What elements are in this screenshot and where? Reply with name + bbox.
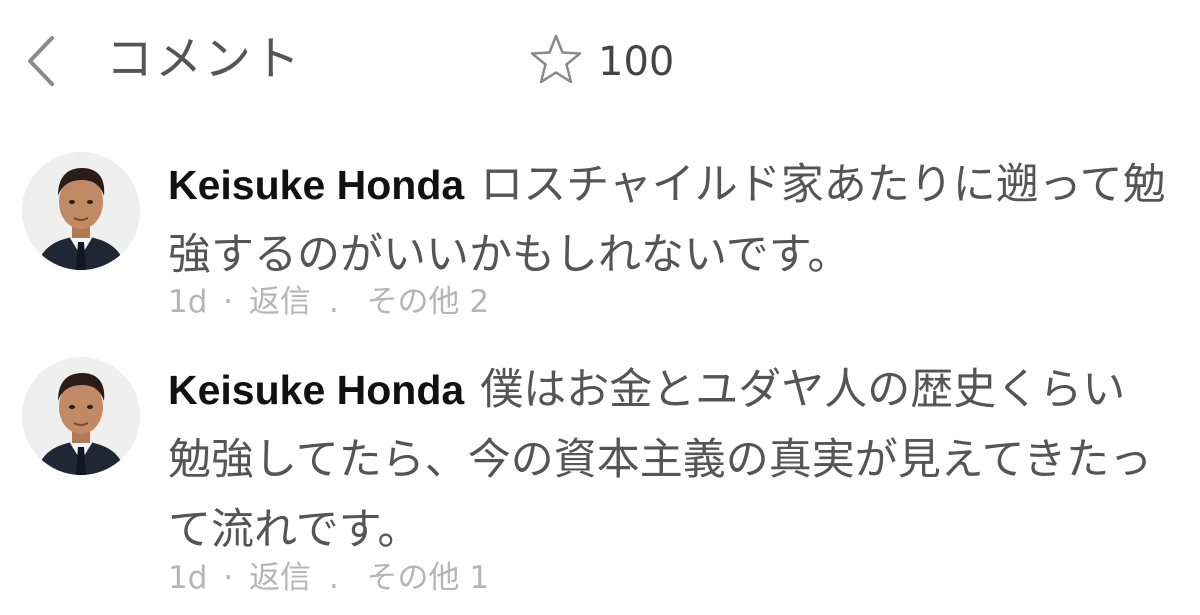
page-title: コメント (106, 32, 302, 87)
comment-author[interactable]: Keisuke Honda (168, 162, 464, 208)
comment-author[interactable]: Keisuke Honda (168, 367, 464, 413)
reply-link[interactable]: 返信 (249, 282, 311, 322)
meta-comma: . (328, 560, 339, 596)
comment-meta: 1d · 返信 . その他 2 (168, 282, 489, 322)
more-replies-link[interactable]: その他 1 (367, 558, 490, 598)
header-bar: コメント 100 (0, 0, 1200, 120)
avatar[interactable] (22, 357, 140, 475)
comments-screen: コメント 100 Keisuke Honda ロスチャイルド家あたりに遡って勉強… (0, 0, 1200, 615)
comment-body: Keisuke Honda ロスチャイルド家あたりに遡って勉強するのがいいかもしれ… (168, 150, 1168, 290)
comment-meta: 1d · 返信 . その他 1 (168, 558, 489, 598)
avatar[interactable] (22, 152, 140, 270)
meta-separator: · (223, 284, 234, 320)
comment-time: 1d (168, 284, 208, 320)
more-replies-link[interactable]: その他 2 (367, 282, 490, 322)
comment-time: 1d (168, 560, 208, 596)
meta-comma: . (328, 284, 339, 320)
star-button[interactable] (528, 32, 584, 88)
star-count: 100 (598, 39, 675, 85)
avatar-photo (22, 357, 140, 475)
chevron-left-icon (28, 36, 54, 86)
comment-body: Keisuke Honda 僕はお金とユダヤ人の歴史くらい勉強してたら、今の資本主… (168, 355, 1168, 565)
star-outline-icon (530, 34, 582, 84)
back-button[interactable] (18, 30, 68, 92)
meta-separator: · (223, 560, 234, 596)
reply-link[interactable]: 返信 (249, 558, 311, 598)
avatar-photo (22, 152, 140, 270)
